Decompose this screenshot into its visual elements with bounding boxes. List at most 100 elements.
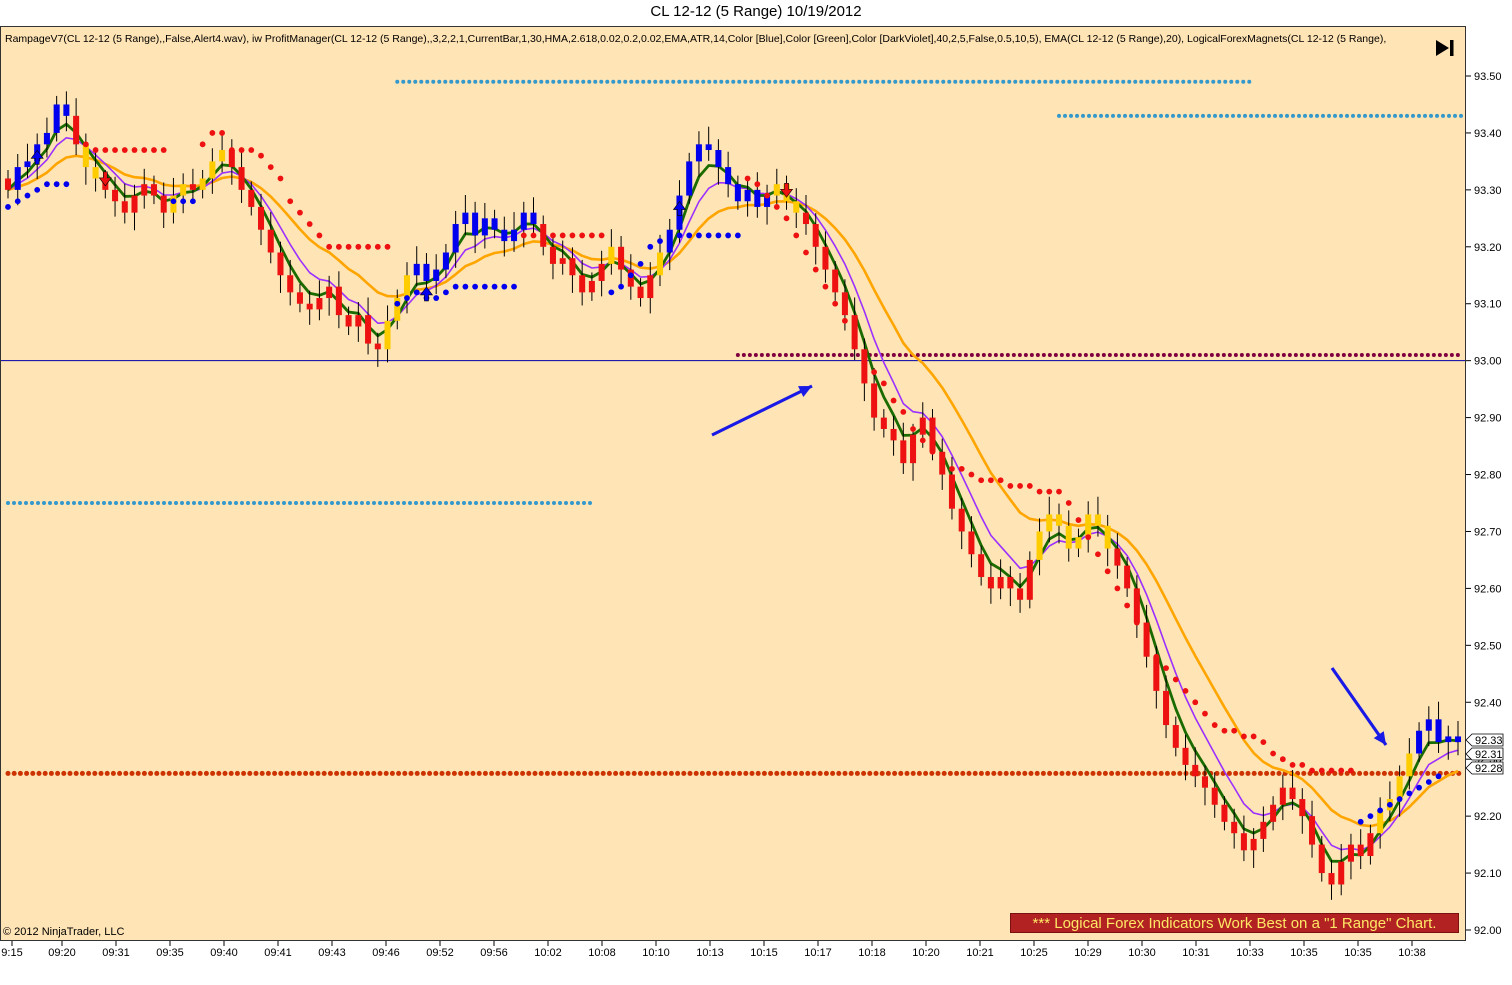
stop-dot (705, 232, 712, 239)
stop-dot (511, 283, 517, 290)
stop-dot (73, 135, 80, 142)
price-label: 92.31 (1475, 749, 1503, 761)
candle-body (841, 292, 848, 316)
candle-body (1425, 719, 1432, 731)
stop-dot (812, 266, 819, 273)
candle-body (326, 286, 333, 299)
candle-body (4, 178, 12, 190)
stop-dot (910, 426, 916, 432)
stop-dot (608, 289, 615, 296)
stop-dot (637, 260, 644, 267)
candle-body (1017, 588, 1024, 600)
promo-banner: *** Logical Forex Indicators Work Best o… (1010, 913, 1459, 933)
y-tick-label: 92.90 (1474, 413, 1502, 425)
stop-dot (764, 192, 770, 199)
x-tick-label: 10:35 (1344, 947, 1372, 959)
stop-dot (783, 215, 790, 222)
candle-body (715, 150, 722, 168)
stop-dot (287, 198, 294, 205)
candle-body (871, 383, 878, 418)
stop-dot (189, 198, 196, 205)
indicator-legend: RampageV7(CL 12-12 (5 Range),,False,Aler… (5, 33, 1387, 45)
stop-dot (1279, 756, 1286, 763)
candle-body (1211, 787, 1218, 805)
stop-dot (82, 141, 89, 148)
candle-body (1406, 753, 1413, 777)
candle-body (462, 212, 469, 225)
hma-line (7, 122, 1459, 863)
x-tick-label: 10:31 (1182, 947, 1210, 959)
x-tick-label: 10:35 (1290, 947, 1318, 959)
candle-body (53, 104, 60, 133)
x-tick-label: 10:18 (858, 947, 886, 959)
candle-body (569, 258, 576, 276)
candle-body (296, 292, 303, 304)
y-tick-label: 93.20 (1474, 242, 1502, 254)
stop-dot (151, 147, 157, 153)
candle-body (1007, 577, 1014, 589)
stop-dot (822, 283, 829, 290)
candle-body (92, 167, 99, 179)
stop-dot (579, 232, 586, 239)
candle-body (1279, 787, 1286, 805)
candle-body (793, 201, 800, 213)
candle-body (978, 554, 985, 578)
stop-dot (1386, 801, 1393, 808)
candle-body (365, 315, 372, 344)
candle-body (14, 167, 21, 190)
stop-dot (277, 175, 284, 182)
y-tick-label: 92.80 (1474, 470, 1502, 482)
x-tick-label: 10:02 (534, 947, 562, 959)
stop-dot (1211, 722, 1218, 728)
stop-dot (121, 147, 128, 153)
candle-body (316, 298, 323, 310)
candle-body (1309, 816, 1316, 845)
candle-body (287, 275, 294, 293)
stop-dots-layer (5, 130, 1442, 825)
candle-body (43, 132, 50, 145)
skip-to-end-icon[interactable] (1433, 37, 1457, 59)
candle-body (1201, 776, 1208, 788)
candle-body (384, 320, 391, 350)
stop-dot (978, 477, 985, 484)
x-tick-label: 10:38 (1398, 947, 1426, 959)
stop-dot (228, 147, 235, 153)
stop-dot (24, 192, 31, 199)
candle-body (1357, 844, 1364, 856)
candle-body (413, 263, 420, 276)
stop-dot (861, 352, 868, 358)
stop-dot (1396, 796, 1403, 802)
stop-dot (219, 130, 225, 136)
candle-body (199, 178, 206, 190)
candle-body (929, 417, 936, 452)
stop-dot (374, 243, 381, 250)
candle-body (598, 263, 605, 281)
stop-dot (958, 465, 965, 472)
candle-body (306, 303, 313, 310)
candle-body (754, 189, 761, 207)
x-tick-label: 10:17 (804, 947, 832, 959)
candle-body (219, 150, 226, 162)
candle-body (851, 315, 858, 350)
candle-body (180, 184, 187, 196)
candle-body (1075, 537, 1082, 549)
y-tick-label: 93.00 (1474, 356, 1502, 368)
annotation-arrow-icon (711, 384, 813, 437)
stop-dot (725, 232, 732, 239)
candle-body (1289, 787, 1296, 800)
candle-body (189, 184, 196, 190)
candle-body (1036, 531, 1043, 560)
sell-arrow-icon (98, 171, 112, 187)
candle-body (1338, 861, 1345, 885)
x-tick-label: 10:10 (642, 947, 670, 959)
x-tick-label: 10:29 (1074, 947, 1102, 959)
stop-dot (1133, 619, 1140, 626)
candle-body (1026, 559, 1033, 600)
x-tick-label: 10:08 (588, 947, 616, 959)
stop-dot (520, 232, 527, 239)
stop-dot (696, 232, 702, 239)
stop-dot (1241, 733, 1247, 740)
stop-dot (1231, 727, 1238, 734)
stop-dot (1328, 767, 1335, 774)
candle-body (1104, 525, 1111, 549)
